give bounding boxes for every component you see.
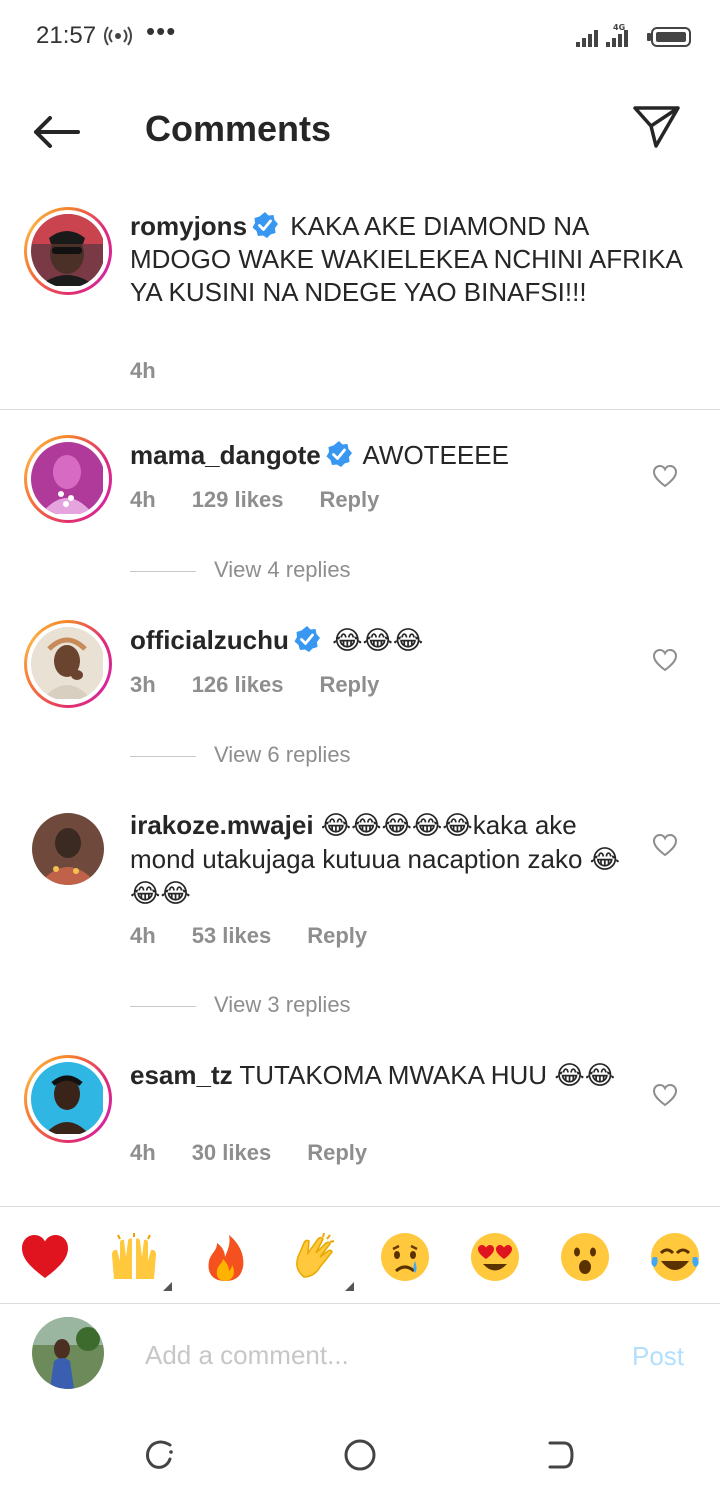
comment-composer: Post — [0, 1305, 720, 1410]
comment-timestamp: 3h — [130, 672, 156, 697]
back-nav-icon[interactable] — [540, 1435, 580, 1475]
verified-badge-icon — [252, 212, 279, 238]
comment-body: esam_tz TUTAKOMA MWAKA HUU 😂😂 — [130, 1059, 630, 1093]
caption-avatar[interactable] — [24, 207, 112, 295]
comment-username[interactable]: esam_tz — [130, 1060, 233, 1090]
comment-timestamp: 4h — [130, 487, 156, 512]
view-replies-label: View 6 replies — [214, 742, 351, 767]
share-button[interactable] — [632, 104, 682, 150]
replies-divider-line — [130, 570, 196, 572]
comment-likes[interactable]: 129 likes — [192, 487, 284, 512]
view-replies-button[interactable]: View 4 replies — [130, 557, 351, 583]
heart-icon[interactable] — [652, 833, 678, 857]
heart-icon[interactable] — [652, 464, 678, 488]
comment-text-emoji: 😂😂😂😂😂 — [320, 811, 473, 841]
view-replies-label: View 4 replies — [214, 557, 351, 582]
comment-username[interactable]: irakoze.mwajei — [130, 810, 314, 840]
comment-username[interactable]: officialzuchu — [130, 625, 289, 655]
arrow-left-icon — [34, 116, 80, 148]
reaction-heart-eyes-button[interactable] — [469, 1231, 521, 1283]
quick-reactions-bar — [0, 1206, 720, 1304]
comment-avatar[interactable] — [24, 435, 112, 523]
comment-meta: 4h 30 likes Reply — [130, 1140, 403, 1166]
current-user-avatar — [32, 1317, 104, 1389]
caption-timestamp: 4h — [130, 358, 156, 383]
comment-timestamp: 4h — [130, 1140, 156, 1165]
reaction-surprised-button[interactable] — [559, 1231, 611, 1283]
raising-hands-icon — [112, 1233, 156, 1279]
skin-tone-indicator — [163, 1282, 172, 1291]
comment-likes[interactable]: 53 likes — [192, 923, 272, 948]
view-replies-button[interactable]: View 6 replies — [130, 742, 351, 768]
view-replies-button[interactable]: View 3 replies — [130, 992, 351, 1018]
header: Comments — [0, 90, 720, 170]
svg-text:4G: 4G — [613, 24, 625, 32]
system-nav-bar — [0, 1415, 720, 1500]
verified-badge-icon — [294, 626, 320, 652]
status-bar: 21:57 ••• 4G — [0, 0, 720, 72]
replies-divider-line — [130, 1005, 196, 1007]
verified-badge-icon — [326, 441, 352, 467]
reaction-heart-button[interactable] — [19, 1231, 71, 1283]
reaction-clapping-button[interactable] — [290, 1231, 354, 1291]
reaction-crying-button[interactable] — [379, 1231, 431, 1283]
reaction-raising-hands-button[interactable] — [108, 1231, 172, 1291]
comment-body: officialzuchu 😂😂😂 — [130, 624, 630, 658]
tears-of-joy-face-icon — [651, 1233, 699, 1281]
crying-face-icon — [381, 1233, 429, 1281]
reply-button[interactable]: Reply — [319, 672, 379, 697]
comment-text-emoji: 😂😂 — [554, 1061, 616, 1091]
heart-icon[interactable] — [652, 648, 678, 672]
comment-avatar[interactable] — [32, 813, 104, 885]
surprised-face-icon — [561, 1233, 609, 1281]
comment-likes[interactable]: 30 likes — [192, 1140, 272, 1165]
signal-4g-icon: 4G — [606, 23, 628, 47]
caption-text-block: romyjons KAKA AKE DIAMOND NA MDOGO WAKE … — [130, 210, 690, 309]
comment-input[interactable] — [145, 1335, 585, 1375]
comment-text: 😂😂😂 — [332, 626, 424, 656]
comment-avatar[interactable] — [24, 1055, 112, 1143]
more-notifications-icon: ••• — [146, 16, 177, 46]
replies-divider-line — [130, 755, 196, 757]
battery-icon — [647, 27, 691, 47]
status-time: 21:57 — [36, 22, 97, 49]
clapping-hands-icon — [296, 1232, 335, 1278]
reaction-laughing-button[interactable] — [649, 1231, 701, 1283]
skin-tone-indicator — [345, 1282, 354, 1291]
status-indicators: 4G — [576, 23, 696, 55]
back-button[interactable] — [30, 110, 84, 154]
signal-icon — [576, 30, 598, 47]
post-button[interactable]: Post — [632, 1341, 684, 1372]
comment-body: irakoze.mwajei 😂😂😂😂😂kaka ake mond utakuj… — [130, 809, 630, 911]
reaction-fire-button[interactable] — [199, 1231, 251, 1283]
caption-username[interactable]: romyjons — [130, 211, 247, 241]
comment-username[interactable]: mama_dangote — [130, 440, 321, 470]
comment-body: mama_dangote AWOTEEEE — [130, 439, 630, 472]
heart-icon[interactable] — [652, 1083, 678, 1107]
comment-meta: 4h 53 likes Reply — [130, 923, 403, 949]
comment-meta: 4h 129 likes Reply — [130, 487, 415, 513]
view-replies-label: View 3 replies — [214, 992, 351, 1017]
heart-eyes-face-icon — [471, 1233, 519, 1281]
comment-text: AWOTEEEE — [362, 440, 509, 470]
comment-likes[interactable]: 126 likes — [192, 672, 284, 697]
page-title: Comments — [145, 108, 332, 149]
comment-meta: 3h 126 likes Reply — [130, 672, 415, 698]
red-heart-icon — [22, 1235, 68, 1278]
fire-icon — [208, 1235, 244, 1281]
send-icon — [633, 106, 680, 148]
reply-button[interactable]: Reply — [319, 487, 379, 512]
caption-divider — [0, 409, 720, 410]
recents-icon[interactable] — [140, 1435, 180, 1475]
comment-timestamp: 4h — [130, 923, 156, 948]
hotspot-icon — [103, 24, 133, 53]
comment-avatar[interactable] — [24, 620, 112, 708]
comment-text: TUTAKOMA MWAKA HUU — [239, 1060, 555, 1090]
reply-button[interactable]: Reply — [307, 1140, 367, 1165]
home-icon[interactable] — [340, 1435, 380, 1475]
reply-button[interactable]: Reply — [307, 923, 367, 948]
